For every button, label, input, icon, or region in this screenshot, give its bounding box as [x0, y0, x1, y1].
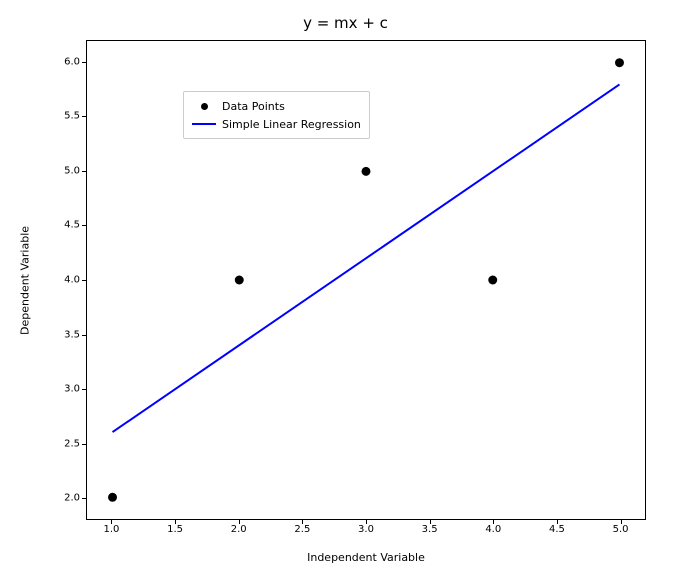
y-tick-mark	[82, 335, 86, 336]
x-tick-label: 4.0	[485, 524, 501, 535]
x-axis-label: Independent Variable	[86, 551, 646, 564]
y-tick-label: 2.5	[44, 438, 80, 449]
y-tick-label: 5.0	[44, 165, 80, 176]
x-tick-label: 2.5	[294, 524, 310, 535]
y-tick-mark	[82, 280, 86, 281]
y-tick-label: 4.5	[44, 220, 80, 231]
y-tick-label: 2.0	[44, 493, 80, 504]
y-tick-label: 6.0	[44, 56, 80, 67]
x-tick-label: 1.0	[104, 524, 120, 535]
line-icon	[192, 123, 216, 125]
y-tick-mark	[82, 444, 86, 445]
data-point	[108, 493, 117, 502]
y-axis-label: Dependent Variable	[18, 40, 32, 520]
x-tick-label: 3.5	[422, 524, 438, 535]
data-point	[615, 58, 624, 67]
figure: y = mx + c Dependent Variable Independen…	[0, 0, 691, 570]
chart-title: y = mx + c	[0, 14, 691, 32]
legend-entry-data-points: Data Points	[190, 97, 361, 115]
y-tick-mark	[82, 389, 86, 390]
y-tick-mark	[82, 225, 86, 226]
x-tick-label: 1.5	[167, 524, 183, 535]
y-tick-mark	[82, 498, 86, 499]
data-point	[488, 276, 497, 285]
x-tick-label: 4.5	[549, 524, 565, 535]
y-tick-mark	[82, 62, 86, 63]
legend-label: Data Points	[222, 100, 285, 113]
y-tick-mark	[82, 171, 86, 172]
x-tick-label: 5.0	[613, 524, 629, 535]
data-point	[362, 167, 371, 176]
y-tick-label: 3.5	[44, 329, 80, 340]
x-tick-label: 3.0	[358, 524, 374, 535]
legend-label: Simple Linear Regression	[222, 118, 361, 131]
legend: Data Points Simple Linear Regression	[183, 91, 370, 139]
y-tick-mark	[82, 116, 86, 117]
y-tick-label: 4.0	[44, 275, 80, 286]
x-tick-label: 2.0	[231, 524, 247, 535]
dot-icon	[201, 103, 208, 110]
y-tick-label: 3.0	[44, 384, 80, 395]
legend-entry-regression: Simple Linear Regression	[190, 115, 361, 133]
data-point	[235, 276, 244, 285]
y-tick-label: 5.5	[44, 111, 80, 122]
plot-area: Data Points Simple Linear Regression	[86, 40, 646, 520]
